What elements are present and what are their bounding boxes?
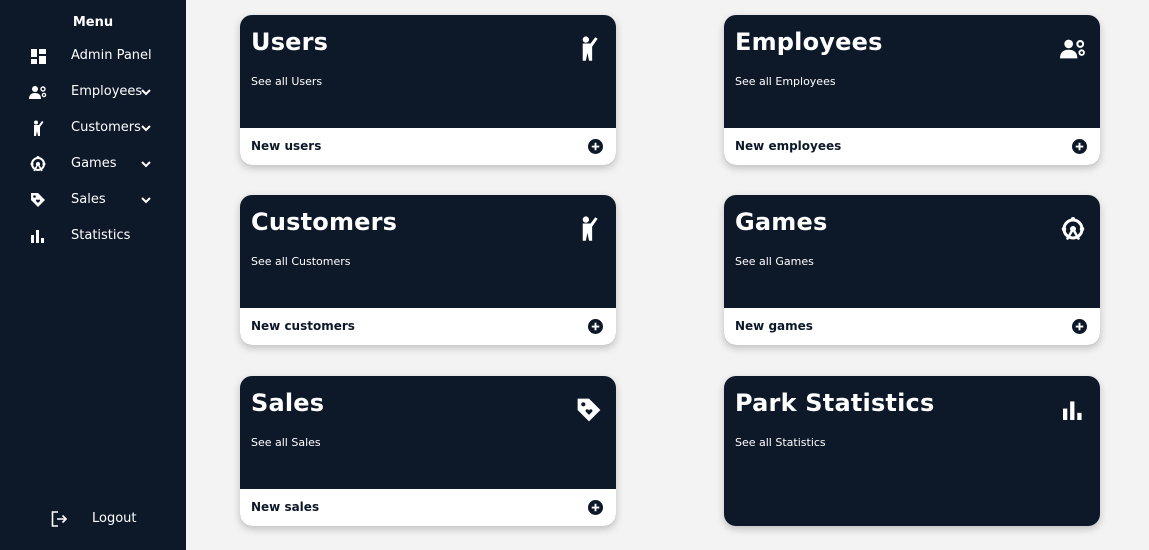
plus-circle-icon	[1072, 319, 1087, 334]
see-all-games-link[interactable]: See all Games	[735, 255, 814, 268]
sidebar-item-label: Employees	[71, 84, 143, 99]
ferris-wheel-icon	[29, 156, 47, 172]
card-title: Users	[251, 28, 329, 56]
sidebar-item-employees[interactable]: Employees	[0, 77, 186, 107]
chevron-down-icon[interactable]	[140, 158, 152, 170]
card-title: Customers	[251, 208, 398, 236]
bar-chart-icon	[1060, 396, 1086, 424]
sidebar-item-label: Customers	[71, 120, 141, 135]
sidebar-item-label: Games	[71, 156, 117, 171]
ferris-wheel-icon	[1060, 215, 1086, 243]
plus-circle-icon	[588, 500, 603, 515]
card-games[interactable]: Games See all Games New games	[724, 195, 1100, 345]
footer-label: New sales	[251, 500, 320, 514]
chevron-down-icon[interactable]	[140, 86, 152, 98]
new-games-button[interactable]: New games	[724, 308, 1100, 345]
logout-button[interactable]: Logout	[0, 504, 186, 534]
plus-circle-icon	[1072, 139, 1087, 154]
see-all-customers-link[interactable]: See all Customers	[251, 255, 351, 268]
tag-icon	[576, 396, 602, 424]
person-icon	[576, 35, 602, 63]
card-sales[interactable]: Sales See all Sales New sales	[240, 376, 616, 526]
tag-icon	[29, 192, 47, 208]
card-title: Games	[735, 208, 828, 236]
chevron-down-icon[interactable]	[140, 194, 152, 206]
footer-label: New employees	[735, 139, 842, 153]
plus-circle-icon	[588, 319, 603, 334]
sidebar-item-admin-panel[interactable]: Admin Panel	[0, 41, 186, 71]
employee-icon	[1060, 35, 1086, 63]
new-sales-button[interactable]: New sales	[240, 489, 616, 526]
sidebar-item-sales[interactable]: Sales	[0, 185, 186, 215]
new-users-button[interactable]: New users	[240, 128, 616, 165]
see-all-users-link[interactable]: See all Users	[251, 75, 322, 88]
see-all-employees-link[interactable]: See all Employees	[735, 75, 836, 88]
logout-icon	[50, 511, 68, 527]
footer-label: New games	[735, 319, 813, 333]
sidebar-item-games[interactable]: Games	[0, 149, 186, 179]
sidebar: Menu Admin Panel Employees Customers Gam…	[0, 0, 186, 550]
sidebar-item-customers[interactable]: Customers	[0, 113, 186, 143]
card-title: Sales	[251, 389, 325, 417]
see-all-statistics-link[interactable]: See all Statistics	[735, 436, 826, 449]
card-title: Park Statistics	[735, 389, 935, 417]
card-employees[interactable]: Employees See all Employees New employee…	[724, 15, 1100, 165]
footer-label: New users	[251, 139, 322, 153]
card-park-statistics[interactable]: Park Statistics See all Statistics	[724, 376, 1100, 526]
bar-chart-icon	[29, 228, 47, 244]
person-icon	[29, 120, 47, 136]
new-employees-button[interactable]: New employees	[724, 128, 1100, 165]
sidebar-item-statistics[interactable]: Statistics	[0, 221, 186, 251]
dashboard-icon	[29, 48, 47, 64]
logout-label: Logout	[92, 511, 137, 526]
plus-circle-icon	[588, 139, 603, 154]
footer-label: New customers	[251, 319, 355, 333]
employee-icon	[29, 84, 47, 100]
card-users[interactable]: Users See all Users New users	[240, 15, 616, 165]
sidebar-item-label: Sales	[71, 192, 106, 207]
chevron-down-icon[interactable]	[140, 122, 152, 134]
menu-title: Menu	[72, 15, 114, 30]
person-icon	[576, 215, 602, 243]
see-all-sales-link[interactable]: See all Sales	[251, 436, 321, 449]
card-title: Employees	[735, 28, 883, 56]
new-customers-button[interactable]: New customers	[240, 308, 616, 345]
sidebar-item-label: Statistics	[71, 228, 131, 243]
sidebar-item-label: Admin Panel	[71, 48, 152, 63]
card-customers[interactable]: Customers See all Customers New customer…	[240, 195, 616, 345]
